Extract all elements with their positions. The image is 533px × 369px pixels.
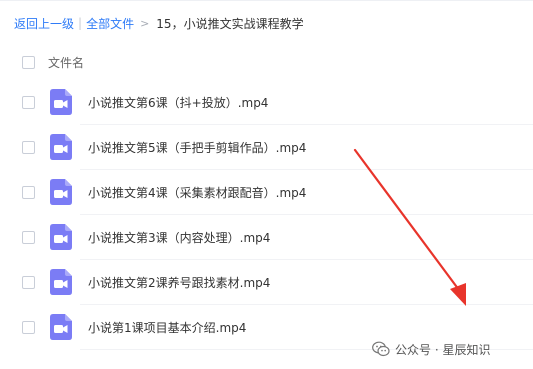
wechat-icon — [372, 341, 390, 357]
watermark-text: 公众号 · 星辰知识 — [395, 342, 491, 357]
watermark: 公众号 · 星辰知识 — [372, 340, 490, 358]
annotation-arrow — [353, 148, 466, 306]
